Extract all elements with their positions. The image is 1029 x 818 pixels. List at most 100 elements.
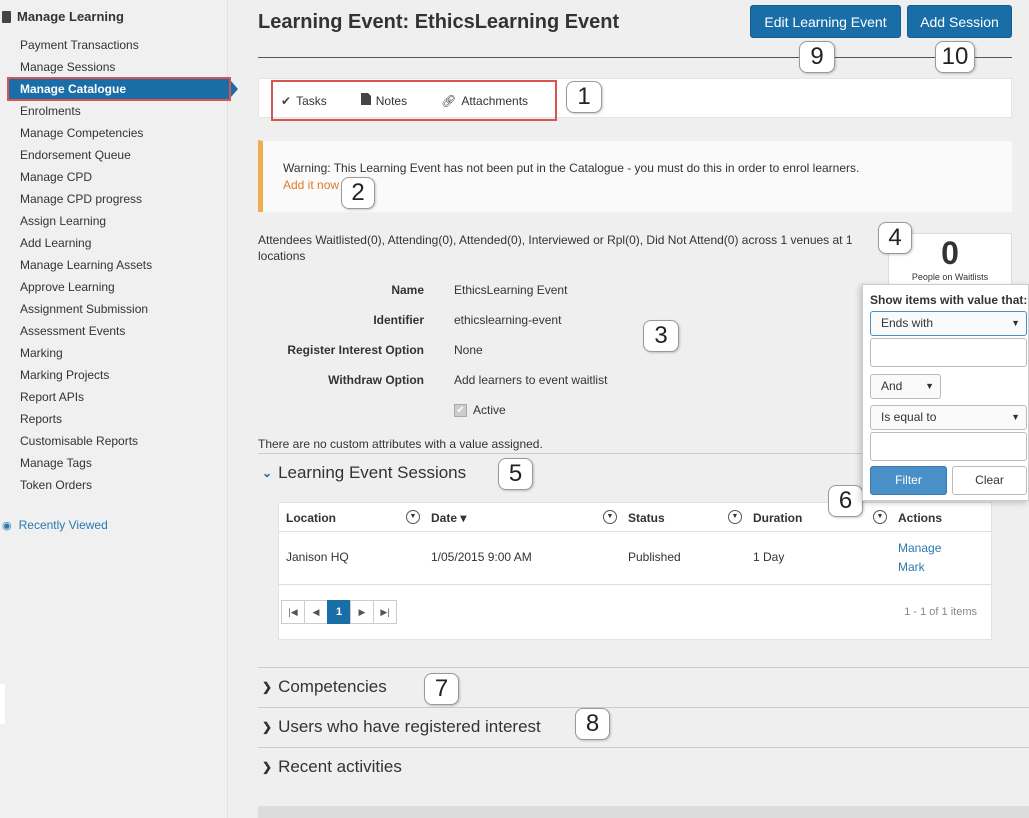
tab-notes-label: Notes	[375, 93, 408, 108]
sidebar-item-reports[interactable]: Reports	[0, 408, 228, 430]
cell-duration: 1 Day	[753, 550, 785, 564]
sidebar-item-assign-learning[interactable]: Assign Learning	[0, 210, 228, 232]
active-label: Active	[473, 403, 506, 417]
filter-value-1-input[interactable]	[870, 338, 1027, 367]
detail-value: Add learners to event waitlist	[454, 373, 608, 387]
sidebar-item-manage-learning-assets[interactable]: Manage Learning Assets	[0, 254, 228, 276]
filter-icon[interactable]: ▼	[603, 510, 617, 524]
filter-logic-select[interactable]: And ▼	[870, 374, 941, 399]
add-it-now-link[interactable]: Add it now	[283, 178, 339, 192]
sidebar-header: Manage Learning	[2, 9, 124, 24]
bottom-bar	[258, 806, 1029, 818]
cell-location: Janison HQ	[286, 550, 349, 564]
detail-row-withdraw: Withdraw Option Add learners to event wa…	[258, 373, 758, 393]
sidebar-item-marking-projects[interactable]: Marking Projects	[0, 364, 228, 386]
callout-5: 5	[498, 458, 533, 490]
sidebar-item-manage-tags[interactable]: Manage Tags	[0, 452, 228, 474]
first-page-button[interactable]: |◀	[281, 600, 305, 624]
filter-logic-value: And	[881, 379, 903, 393]
sidebar-item-report-apis[interactable]: Report APIs	[0, 386, 228, 408]
checkbox-icon: ✔	[454, 403, 467, 417]
filter-icon[interactable]: ▼	[728, 510, 742, 524]
chevron-down-icon: ⌄	[262, 466, 273, 480]
waitlist-label: People on Waitlists	[911, 272, 989, 282]
recent-activities-section-toggle[interactable]: ❯ Recent activities	[262, 757, 402, 777]
filter-value-2-input[interactable]	[870, 432, 1027, 461]
sidebar-item-assessment-events[interactable]: Assessment Events	[0, 320, 228, 342]
col-date[interactable]: Date ▾	[431, 511, 466, 525]
registered-interest-section-toggle[interactable]: ❯ Users who have registered interest	[262, 717, 541, 737]
filter-icon[interactable]: ▼	[406, 510, 420, 524]
section-divider	[258, 747, 1029, 748]
last-page-button[interactable]: ▶|	[373, 600, 397, 624]
callout-3: 3	[643, 320, 679, 352]
sessions-section-title: Learning Event Sessions	[278, 463, 467, 482]
callout-8: 8	[575, 708, 610, 740]
sidebar-item-manage-competencies[interactable]: Manage Competencies	[0, 122, 228, 144]
tabs-highlight: ✔ Tasks Notes 🔗︎ Attachments	[271, 80, 557, 121]
next-page-button[interactable]: ▶	[350, 600, 374, 624]
recent-activities-title: Recent activities	[278, 757, 402, 776]
sidebar-item-customisable-reports[interactable]: Customisable Reports	[0, 430, 228, 452]
sidebar-item-endorsement-queue[interactable]: Endorsement Queue	[0, 144, 228, 166]
chevron-right-icon: ❯	[262, 760, 273, 774]
filter-operator-1-value: Ends with	[881, 316, 934, 330]
prev-page-button[interactable]: ◀	[304, 600, 328, 624]
tab-tasks[interactable]: ✔ Tasks	[281, 94, 327, 108]
col-status[interactable]: Status	[628, 511, 665, 525]
checkmark-icon: ✔	[281, 93, 292, 108]
sidebar-item-manage-sessions[interactable]: Manage Sessions	[0, 56, 228, 78]
eye-icon: ◉	[2, 519, 12, 532]
filter-popup-title: Show items with value that:	[870, 293, 1028, 307]
competencies-section-toggle[interactable]: ❯ Competencies	[262, 677, 387, 697]
detail-value: None	[454, 343, 483, 357]
sidebar-item-manage-cpd-progress[interactable]: Manage CPD progress	[0, 188, 228, 210]
filter-button[interactable]: Filter	[870, 466, 947, 495]
sidebar-item-approve-learning[interactable]: Approve Learning	[0, 276, 228, 298]
callout-10: 10	[935, 41, 975, 73]
detail-value: ethicslearning-event	[454, 313, 562, 327]
tab-notes[interactable]: Notes	[360, 93, 408, 108]
page-1-button[interactable]: 1	[327, 600, 351, 624]
detail-value: EthicsLearning Event	[454, 283, 568, 297]
col-location[interactable]: Location	[286, 511, 336, 525]
filter-operator-2-value: Is equal to	[881, 410, 937, 424]
sidebar-item-enrolments[interactable]: Enrolments	[0, 100, 228, 122]
title-divider	[258, 57, 1012, 58]
sidebar-item-manage-cpd[interactable]: Manage CPD	[0, 166, 228, 188]
sidebar-menu: Payment Transactions Manage Sessions Manag…	[0, 34, 238, 496]
detail-label: Name	[391, 283, 424, 297]
sidebar-item-add-learning[interactable]: Add Learning	[0, 232, 228, 254]
callout-9: 9	[799, 41, 835, 73]
cell-status: Published	[628, 550, 681, 564]
add-session-button[interactable]: Add Session	[907, 5, 1012, 38]
sidebar-item-marking[interactable]: Marking	[0, 342, 228, 364]
sidebar-item-manage-catalogue[interactable]: Manage Catalogue	[7, 77, 238, 101]
scroll-marker	[0, 684, 5, 724]
table-row: Janison HQ 1/05/2015 9:00 AM Published 1…	[279, 532, 991, 585]
active-checkbox[interactable]: ✔ Active	[454, 403, 506, 417]
tab-attachments[interactable]: 🔗︎ Attachments	[441, 94, 528, 108]
sidebar-item-payment-transactions[interactable]: Payment Transactions	[0, 34, 228, 56]
sessions-section-toggle[interactable]: ⌄ Learning Event Sessions	[262, 463, 466, 483]
sidebar: Manage Learning Payment Transactions Mana…	[0, 0, 238, 818]
edit-learning-event-button[interactable]: Edit Learning Event	[750, 5, 901, 38]
detail-label: Identifier	[373, 313, 424, 327]
filter-operator-2-select[interactable]: Is equal to ▼	[870, 405, 1027, 430]
pager: |◀ ◀ 1 ▶ ▶|	[281, 600, 397, 624]
tab-tasks-label: Tasks	[296, 93, 327, 108]
custom-attributes-note: There are no custom attributes with a va…	[258, 437, 543, 451]
manage-link[interactable]: Manage	[898, 541, 941, 555]
filter-operator-1-select[interactable]: Ends with ▼	[870, 311, 1027, 336]
sidebar-item-token-orders[interactable]: Token Orders	[0, 474, 228, 496]
recently-viewed-link[interactable]: ◉ Recently Viewed	[2, 518, 108, 532]
sidebar-item-assignment-submission[interactable]: Assignment Submission	[0, 298, 228, 320]
col-duration[interactable]: Duration	[753, 511, 802, 525]
mark-link[interactable]: Mark	[898, 560, 925, 574]
clear-button[interactable]: Clear	[952, 466, 1027, 495]
cell-date: 1/05/2015 9:00 AM	[431, 550, 532, 564]
callout-2: 2	[341, 177, 375, 209]
page-title: Learning Event: EthicsLearning Event	[258, 11, 620, 33]
paperclip-icon: 🔗︎	[441, 93, 457, 108]
filter-icon[interactable]: ▼	[873, 510, 887, 524]
